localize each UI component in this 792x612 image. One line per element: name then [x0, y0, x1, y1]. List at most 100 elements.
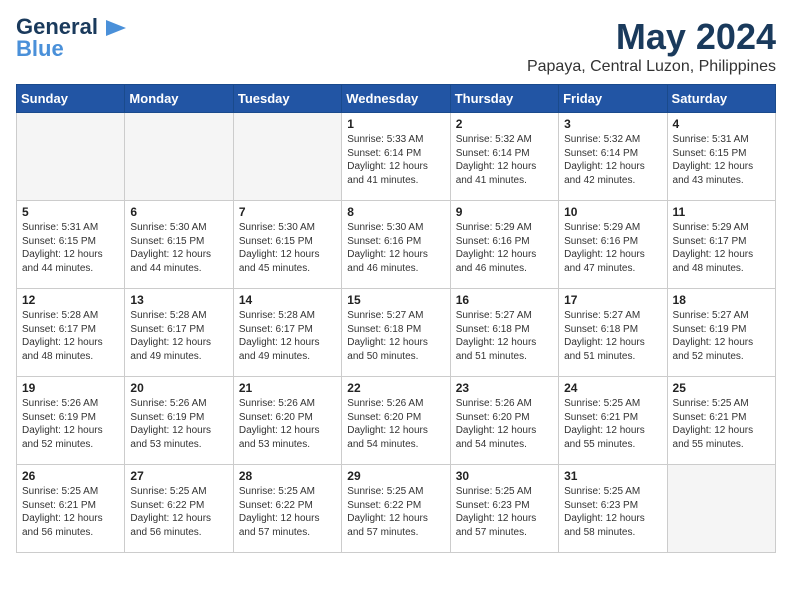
location-title: Papaya, Central Luzon, Philippines — [527, 58, 776, 76]
cell-info: Sunrise: 5:30 AMSunset: 6:16 PMDaylight:… — [347, 221, 444, 275]
cell-info: Sunrise: 5:28 AMSunset: 6:17 PMDaylight:… — [130, 309, 227, 363]
calendar-cell — [233, 113, 341, 201]
calendar-cell: 7 Sunrise: 5:30 AMSunset: 6:15 PMDaylight… — [233, 201, 341, 289]
calendar-cell: 8 Sunrise: 5:30 AMSunset: 6:16 PMDaylight… — [342, 201, 450, 289]
logo-blue-text: Blue — [16, 38, 64, 60]
header-tuesday: Tuesday — [233, 85, 341, 113]
cell-info: Sunrise: 5:25 AMSunset: 6:23 PMDaylight:… — [456, 485, 553, 539]
day-number: 15 — [347, 293, 444, 307]
day-number: 26 — [22, 469, 119, 483]
calendar-cell — [667, 465, 775, 553]
cell-info: Sunrise: 5:25 AMSunset: 6:21 PMDaylight:… — [564, 397, 661, 451]
day-number: 27 — [130, 469, 227, 483]
day-number: 16 — [456, 293, 553, 307]
header-monday: Monday — [125, 85, 233, 113]
calendar-cell: 29Sunrise: 5:25 AMSunset: 6:22 PMDayligh… — [342, 465, 450, 553]
logo-text: General — [16, 16, 126, 38]
cell-info: Sunrise: 5:31 AMSunset: 6:15 PMDaylight:… — [673, 133, 770, 187]
calendar-cell: 30 Sunrise: 5:25 AMSunset: 6:23 PMDayligh… — [450, 465, 558, 553]
day-number: 3 — [564, 117, 661, 131]
logo: General Blue — [16, 16, 126, 60]
header-saturday: Saturday — [667, 85, 775, 113]
cell-info: Sunrise: 5:25 AMSunset: 6:22 PMDaylight:… — [130, 485, 227, 539]
cell-info: Sunrise: 5:26 AMSunset: 6:20 PMDaylight:… — [456, 397, 553, 451]
day-number: 21 — [239, 381, 336, 395]
cell-info: Sunrise: 5:28 AMSunset: 6:17 PMDaylight:… — [239, 309, 336, 363]
calendar-cell: 11 Sunrise: 5:29 AMSunset: 6:17 PMDayligh… — [667, 201, 775, 289]
calendar-cell: 25 Sunrise: 5:25 AMSunset: 6:21 PMDayligh… — [667, 377, 775, 465]
day-number: 17 — [564, 293, 661, 307]
calendar-week-3: 12Sunrise: 5:28 AMSunset: 6:17 PMDayligh… — [17, 289, 776, 377]
page-header: General Blue May 2024 Papaya, Central Lu… — [16, 16, 776, 76]
calendar-cell: 27 Sunrise: 5:25 AMSunset: 6:22 PMDayligh… — [125, 465, 233, 553]
cell-info: Sunrise: 5:29 AMSunset: 6:17 PMDaylight:… — [673, 221, 770, 275]
calendar-week-2: 5Sunrise: 5:31 AMSunset: 6:15 PMDaylight… — [17, 201, 776, 289]
calendar-cell: 22 Sunrise: 5:26 AMSunset: 6:20 PMDayligh… — [342, 377, 450, 465]
cell-info: Sunrise: 5:27 AMSunset: 6:18 PMDaylight:… — [564, 309, 661, 363]
day-number: 13 — [130, 293, 227, 307]
calendar-cell: 5Sunrise: 5:31 AMSunset: 6:15 PMDaylight… — [17, 201, 125, 289]
calendar-cell: 1 Sunrise: 5:33 AMSunset: 6:14 PMDaylight… — [342, 113, 450, 201]
header-friday: Friday — [559, 85, 667, 113]
calendar-cell: 21Sunrise: 5:26 AMSunset: 6:20 PMDayligh… — [233, 377, 341, 465]
day-number: 28 — [239, 469, 336, 483]
calendar-cell — [17, 113, 125, 201]
calendar-cell: 14 Sunrise: 5:28 AMSunset: 6:17 PMDayligh… — [233, 289, 341, 377]
header-thursday: Thursday — [450, 85, 558, 113]
day-number: 25 — [673, 381, 770, 395]
cell-info: Sunrise: 5:29 AMSunset: 6:16 PMDaylight:… — [564, 221, 661, 275]
cell-info: Sunrise: 5:25 AMSunset: 6:21 PMDaylight:… — [673, 397, 770, 451]
cell-info: Sunrise: 5:25 AMSunset: 6:22 PMDaylight:… — [239, 485, 336, 539]
cell-info: Sunrise: 5:30 AMSunset: 6:15 PMDaylight:… — [130, 221, 227, 275]
calendar-cell: 3 Sunrise: 5:32 AMSunset: 6:14 PMDaylight… — [559, 113, 667, 201]
cell-info: Sunrise: 5:27 AMSunset: 6:18 PMDaylight:… — [347, 309, 444, 363]
day-number: 22 — [347, 381, 444, 395]
calendar-cell: 6 Sunrise: 5:30 AMSunset: 6:15 PMDaylight… — [125, 201, 233, 289]
cell-info: Sunrise: 5:27 AMSunset: 6:18 PMDaylight:… — [456, 309, 553, 363]
day-number: 6 — [130, 205, 227, 219]
cell-info: Sunrise: 5:26 AMSunset: 6:19 PMDaylight:… — [130, 397, 227, 451]
day-number: 8 — [347, 205, 444, 219]
cell-info: Sunrise: 5:32 AMSunset: 6:14 PMDaylight:… — [564, 133, 661, 187]
cell-info: Sunrise: 5:25 AMSunset: 6:23 PMDaylight:… — [564, 485, 661, 539]
calendar-cell: 31 Sunrise: 5:25 AMSunset: 6:23 PMDayligh… — [559, 465, 667, 553]
day-number: 20 — [130, 381, 227, 395]
day-number: 14 — [239, 293, 336, 307]
day-number: 11 — [673, 205, 770, 219]
calendar-cell: 23Sunrise: 5:26 AMSunset: 6:20 PMDayligh… — [450, 377, 558, 465]
calendar-cell — [125, 113, 233, 201]
day-number: 19 — [22, 381, 119, 395]
day-number: 31 — [564, 469, 661, 483]
calendar-week-5: 26 Sunrise: 5:25 AMSunset: 6:21 PMDayligh… — [17, 465, 776, 553]
calendar-table: SundayMondayTuesdayWednesdayThursdayFrid… — [16, 84, 776, 553]
calendar-cell: 13 Sunrise: 5:28 AMSunset: 6:17 PMDayligh… — [125, 289, 233, 377]
calendar-cell: 10 Sunrise: 5:29 AMSunset: 6:16 PMDayligh… — [559, 201, 667, 289]
cell-info: Sunrise: 5:30 AMSunset: 6:15 PMDaylight:… — [239, 221, 336, 275]
calendar-cell: 4 Sunrise: 5:31 AMSunset: 6:15 PMDaylight… — [667, 113, 775, 201]
cell-info: Sunrise: 5:32 AMSunset: 6:14 PMDaylight:… — [456, 133, 553, 187]
header-wednesday: Wednesday — [342, 85, 450, 113]
calendar-header-row: SundayMondayTuesdayWednesdayThursdayFrid… — [17, 85, 776, 113]
day-number: 7 — [239, 205, 336, 219]
calendar-week-4: 19 Sunrise: 5:26 AMSunset: 6:19 PMDayligh… — [17, 377, 776, 465]
month-title: May 2024 — [527, 16, 776, 58]
cell-info: Sunrise: 5:25 AMSunset: 6:21 PMDaylight:… — [22, 485, 119, 539]
day-number: 9 — [456, 205, 553, 219]
cell-info: Sunrise: 5:33 AMSunset: 6:14 PMDaylight:… — [347, 133, 444, 187]
cell-info: Sunrise: 5:27 AMSunset: 6:19 PMDaylight:… — [673, 309, 770, 363]
calendar-week-1: 1 Sunrise: 5:33 AMSunset: 6:14 PMDaylight… — [17, 113, 776, 201]
calendar-cell: 18Sunrise: 5:27 AMSunset: 6:19 PMDayligh… — [667, 289, 775, 377]
day-number: 30 — [456, 469, 553, 483]
day-number: 4 — [673, 117, 770, 131]
day-number: 10 — [564, 205, 661, 219]
calendar-cell: 16 Sunrise: 5:27 AMSunset: 6:18 PMDayligh… — [450, 289, 558, 377]
cell-info: Sunrise: 5:26 AMSunset: 6:20 PMDaylight:… — [347, 397, 444, 451]
calendar-cell: 17 Sunrise: 5:27 AMSunset: 6:18 PMDayligh… — [559, 289, 667, 377]
cell-info: Sunrise: 5:26 AMSunset: 6:19 PMDaylight:… — [22, 397, 119, 451]
calendar-cell: 15 Sunrise: 5:27 AMSunset: 6:18 PMDayligh… — [342, 289, 450, 377]
day-number: 2 — [456, 117, 553, 131]
day-number: 1 — [347, 117, 444, 131]
calendar-cell: 24Sunrise: 5:25 AMSunset: 6:21 PMDayligh… — [559, 377, 667, 465]
cell-info: Sunrise: 5:25 AMSunset: 6:22 PMDaylight:… — [347, 485, 444, 539]
cell-info: Sunrise: 5:31 AMSunset: 6:15 PMDaylight:… — [22, 221, 119, 275]
